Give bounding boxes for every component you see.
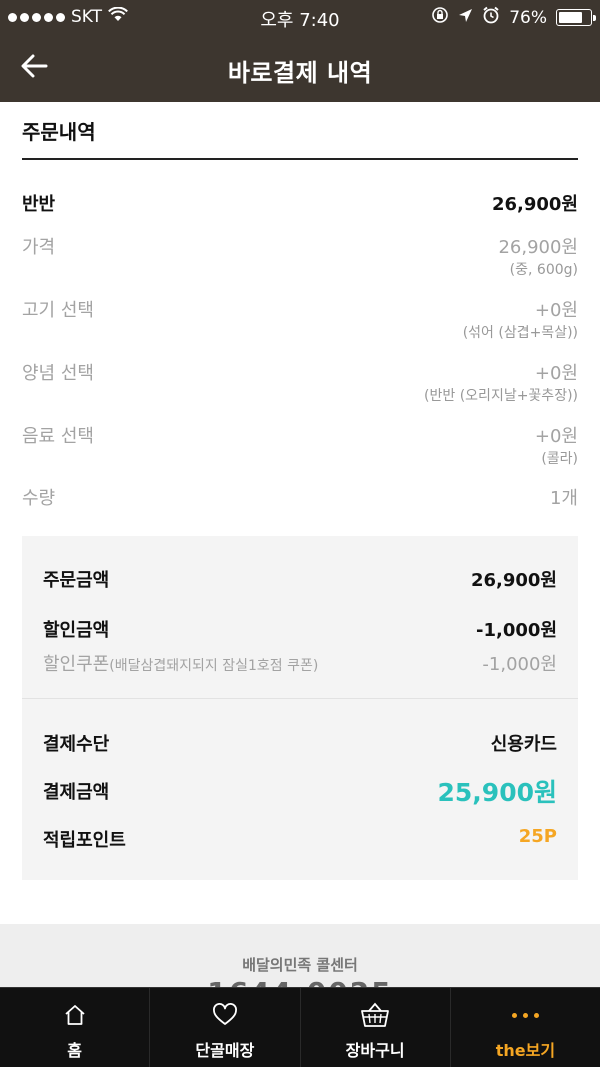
detail-value: 1개 — [549, 488, 578, 509]
detail-sub: (섞어 (삼겹+목살)) — [462, 325, 578, 341]
coupon-value: -1,000원 — [482, 654, 557, 675]
battery-icon — [556, 9, 596, 26]
summary-divider — [22, 698, 578, 699]
detail-value: +0원 — [534, 426, 578, 447]
detail-label: 수량 — [22, 488, 56, 509]
page-title: 바로결제 내역 — [227, 59, 373, 87]
points-label: 적립포인트 — [43, 830, 126, 851]
detail-sub: (콜라) — [541, 451, 578, 467]
detail-sub: (반반 (오리지날+꽃추장)) — [424, 388, 578, 404]
heart-icon — [212, 1002, 238, 1028]
bottom-tab-bar: 홈 단골매장 장바구니 the보기 — [0, 987, 600, 1067]
item-name: 반반 — [22, 194, 56, 215]
rotation-lock-icon — [431, 6, 449, 29]
detail-value: +0원 — [534, 363, 578, 384]
detail-value: +0원 — [534, 300, 578, 321]
order-amount-label: 주문금액 — [43, 570, 110, 591]
detail-sub: (중, 600g) — [509, 262, 578, 278]
discount-label: 할인금액 — [43, 620, 110, 641]
tab-favorites[interactable]: 단골매장 — [149, 988, 299, 1067]
status-bar: SKT 오후 7:40 76% — [0, 0, 600, 34]
item-total: 26,900원 — [491, 194, 578, 215]
points-value: 25P — [518, 826, 557, 847]
coupon-label-text: 할인쿠폰 — [43, 654, 110, 675]
call-center-title: 배달의민족 콜센터 — [242, 956, 358, 974]
detail-label: 가격 — [22, 237, 56, 258]
home-icon — [63, 1002, 87, 1028]
payment-method-value: 신용카드 — [490, 734, 557, 755]
tab-home[interactable]: 홈 — [0, 988, 149, 1067]
nav-bar: 바로결제 내역 — [0, 34, 600, 102]
tab-label: 단골매장 — [195, 1041, 255, 1060]
payment-summary: 주문금액 26,900원 할인금액 -1,000원 할인쿠폰(배달삼겹돼지되지 … — [22, 536, 578, 880]
tab-label: 장바구니 — [345, 1041, 405, 1060]
payment-amount-label: 결제금액 — [43, 782, 110, 803]
location-arrow-icon — [458, 8, 473, 28]
order-amount-value: 26,900원 — [470, 570, 557, 591]
order-section-title: 주문내역 — [22, 120, 96, 144]
battery-percent: 76% — [509, 7, 547, 28]
section-divider — [22, 158, 578, 160]
status-right: 76% — [431, 6, 596, 29]
tab-more[interactable]: the보기 — [449, 988, 600, 1067]
discount-value: -1,000원 — [476, 620, 557, 641]
alarm-clock-icon — [482, 6, 500, 29]
basket-icon — [360, 1002, 390, 1028]
tab-cart[interactable]: 장바구니 — [299, 988, 450, 1067]
more-dots-icon — [511, 1002, 539, 1028]
coupon-detail: (배달삼겹돼지되지 잠실1호점 쿠폰) — [109, 658, 319, 674]
detail-label: 양념 선택 — [22, 363, 94, 384]
tab-label: 홈 — [67, 1041, 82, 1060]
call-center-footer: 배달의민족 콜센터 1644-0025 — [0, 924, 600, 1009]
tab-label: the보기 — [495, 1041, 556, 1060]
detail-value: 26,900원 — [498, 237, 578, 258]
detail-label: 음료 선택 — [22, 426, 94, 447]
payment-method-label: 결제수단 — [43, 734, 110, 755]
detail-label: 고기 선택 — [22, 300, 94, 321]
payment-amount-value: 25,900원 — [437, 778, 557, 807]
coupon-label: 할인쿠폰(배달삼겹돼지되지 잠실1호점 쿠폰) — [43, 650, 318, 676]
